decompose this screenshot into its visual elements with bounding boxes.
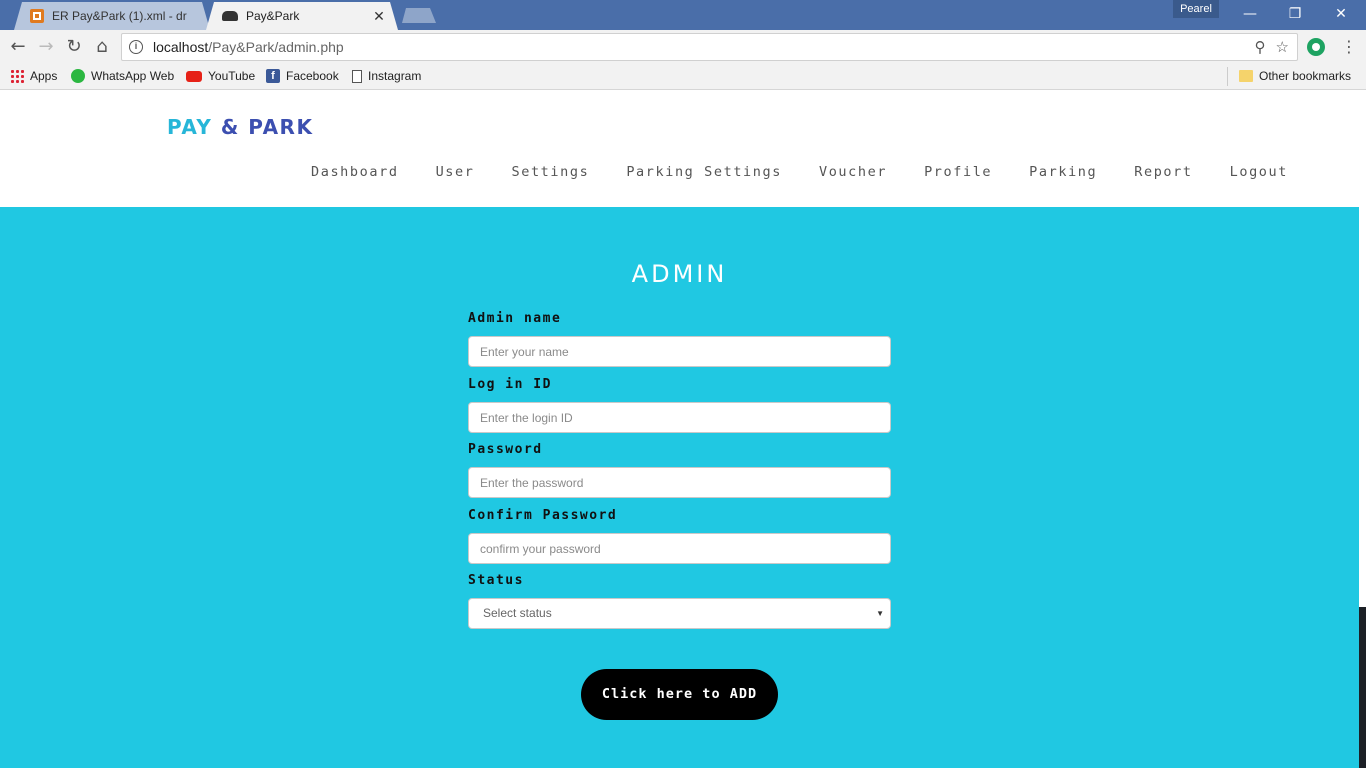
reload-icon[interactable]: ↻ <box>62 35 86 59</box>
bookmark-whatsapp[interactable]: WhatsApp Web <box>71 68 174 84</box>
tab-er-diagram[interactable]: ER Pay&Park (1).xml - dr <box>14 2 210 30</box>
tab-title: Pay&Park <box>246 9 300 23</box>
drawio-favicon-icon <box>30 9 44 23</box>
forward-arrow-icon[interactable]: → <box>34 35 58 59</box>
bookmark-label: Apps <box>30 69 58 83</box>
new-tab-button[interactable] <box>402 8 436 23</box>
info-icon[interactable]: i <box>129 40 143 54</box>
login-id-label: Log in ID <box>468 377 552 392</box>
add-admin-button[interactable]: Click here to ADD <box>581 669 778 720</box>
bookmark-label: Facebook <box>286 69 339 83</box>
main-navigation: Dashboard User Settings Parking Settings… <box>311 164 1325 180</box>
bookmark-label: Other bookmarks <box>1259 69 1352 83</box>
whatsapp-icon <box>71 69 85 83</box>
home-icon[interactable]: ⌂ <box>90 35 114 59</box>
browser-titlebar: ER Pay&Park (1).xml - dr Pay&Park ✕ Pear… <box>0 0 1366 30</box>
nav-report[interactable]: Report <box>1134 164 1192 180</box>
nav-voucher[interactable]: Voucher <box>819 164 887 180</box>
nav-profile[interactable]: Profile <box>924 164 992 180</box>
restore-icon[interactable]: ❐ <box>1280 4 1310 24</box>
zoom-icon[interactable]: ⚲ <box>1255 38 1266 56</box>
youtube-icon <box>186 70 202 82</box>
browser-menu-icon[interactable]: ⋮ <box>1341 36 1357 58</box>
confirm-password-label: Confirm Password <box>468 508 618 523</box>
browser-toolbar: ← → ↻ ⌂ i localhost/Pay&Park/admin.php ⚲… <box>0 30 1366 63</box>
close-window-icon[interactable]: ✕ <box>1326 4 1356 24</box>
url-host: localhost <box>153 39 209 55</box>
bookmark-label: WhatsApp Web <box>91 69 175 83</box>
logo-pay: PAY <box>167 115 213 139</box>
site-header: PAY & PARK Dashboard User Settings Parki… <box>0 90 1366 207</box>
other-bookmarks[interactable]: Other bookmarks <box>1239 68 1351 84</box>
admin-form-section: ADMIN Admin name Log in ID Password Conf… <box>0 207 1359 768</box>
password-input[interactable] <box>468 467 891 498</box>
profile-button[interactable]: Pearel <box>1173 0 1219 18</box>
bookmark-star-icon[interactable]: ☆ <box>1276 38 1289 56</box>
login-id-input[interactable] <box>468 402 891 433</box>
url-path: /Pay&Park/admin.php <box>208 39 344 55</box>
extension-icon[interactable] <box>1307 38 1325 56</box>
nav-parking-settings[interactable]: Parking Settings <box>626 164 782 180</box>
facebook-icon: f <box>266 69 280 83</box>
back-arrow-icon[interactable]: ← <box>6 35 30 59</box>
bookmarks-bar: Apps WhatsApp Web YouTube f Facebook Ins… <box>0 63 1366 90</box>
apps-grid-icon <box>10 69 24 83</box>
address-bar[interactable]: i localhost/Pay&Park/admin.php ⚲ ☆ <box>121 33 1298 61</box>
form-title: ADMIN <box>631 260 728 288</box>
nav-parking[interactable]: Parking <box>1029 164 1097 180</box>
minimize-icon[interactable]: — <box>1235 4 1265 24</box>
status-label: Status <box>468 573 524 588</box>
confirm-password-input[interactable] <box>468 533 891 564</box>
logo-park: & PARK <box>220 115 314 139</box>
admin-name-label: Admin name <box>468 311 562 326</box>
folder-icon <box>1239 70 1253 82</box>
bookmark-instagram[interactable]: Instagram <box>352 68 421 84</box>
password-label: Password <box>468 442 543 457</box>
bookmark-label: Instagram <box>368 69 422 83</box>
car-favicon-icon <box>222 11 238 21</box>
bookmark-facebook[interactable]: f Facebook <box>266 68 339 84</box>
bookmark-apps[interactable]: Apps <box>10 68 57 84</box>
nav-user[interactable]: User <box>436 164 475 180</box>
status-select[interactable]: Select status ▼ <box>468 598 891 629</box>
nav-logout[interactable]: Logout <box>1230 164 1288 180</box>
tab-title: ER Pay&Park (1).xml - dr <box>52 9 187 23</box>
bookmarks-separator <box>1227 67 1228 86</box>
dropdown-arrow-icon: ▼ <box>876 609 884 618</box>
bookmark-label: YouTube <box>208 69 256 83</box>
nav-dashboard[interactable]: Dashboard <box>311 164 399 180</box>
bookmark-youtube[interactable]: YouTube <box>186 68 255 84</box>
tab-close-icon[interactable]: ✕ <box>370 8 388 25</box>
nav-settings[interactable]: Settings <box>511 164 589 180</box>
admin-name-input[interactable] <box>468 336 891 367</box>
right-edge-strip <box>1359 607 1366 768</box>
status-selected-value: Select status <box>483 606 552 620</box>
site-logo[interactable]: PAY & PARK <box>167 115 313 139</box>
page-icon <box>352 69 362 83</box>
tab-pay-and-park[interactable]: Pay&Park ✕ <box>206 2 398 30</box>
